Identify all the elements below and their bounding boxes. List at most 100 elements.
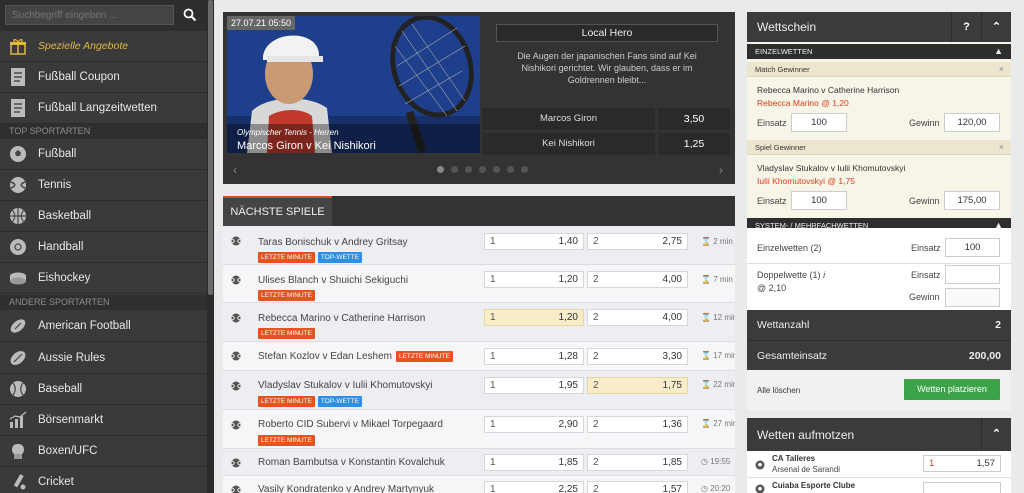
featured-odd-row[interactable]: Marcos Giron 3,50 <box>482 108 730 130</box>
sidebar-item-football[interactable]: Fußball <box>0 139 207 170</box>
odd-value[interactable]: 1,25 <box>658 133 730 155</box>
sidebar-item-label: Spezielle Angebote <box>38 40 129 52</box>
carousel-dot[interactable] <box>479 166 486 173</box>
sidebar-item-ice-hockey[interactable]: Eishockey <box>0 263 207 294</box>
search-icon[interactable] <box>183 8 197 22</box>
odd-away-button[interactable]: 2 1,85 <box>587 454 688 471</box>
match-name[interactable]: Vasily Kondratenko v Andrey Martynyuk <box>258 484 434 493</box>
odd-home-button[interactable]: 1 2,90 <box>484 416 584 433</box>
collapse-icon[interactable]: ⌃ <box>981 12 1011 42</box>
sidebar-item-handball[interactable]: Handball <box>0 232 207 263</box>
singles-stake-input[interactable]: 100 <box>945 238 1000 257</box>
carousel-dot[interactable] <box>507 166 514 173</box>
sidebar-item-basketball[interactable]: Basketball <box>0 201 207 232</box>
carousel-dot[interactable] <box>493 166 500 173</box>
chevron-up-icon[interactable]: ▲ <box>994 44 1003 59</box>
bet-match: Rebecca Marino v Catherine Harrison <box>757 85 900 95</box>
sidebar-item-boxing[interactable]: Boxen/UFC <box>0 436 207 467</box>
sidebar-item-special-offers[interactable]: Spezielle Angebote <box>0 31 207 62</box>
sidebar-item-baseball[interactable]: Baseball <box>0 374 207 405</box>
odd-value: 1,85 <box>662 457 682 468</box>
featured-text: Die Augen der japanischen Fans sind auf … <box>517 51 697 85</box>
odd-away-button[interactable]: 2 3,30 <box>587 348 688 365</box>
sidebar-item-football-longterm[interactable]: Fußball Langzeitwetten <box>0 93 207 124</box>
odd-away-button[interactable]: 2 1,36 <box>587 416 688 433</box>
odd-away-button[interactable]: 2 2,75 <box>587 233 688 250</box>
featured-heading: Local Hero <box>496 24 718 42</box>
sidebar-scroll-thumb[interactable] <box>208 0 213 295</box>
match-name[interactable]: Roman Bambutsa v Konstantin Kovalchuk <box>258 457 445 468</box>
place-bets-button[interactable]: Wetten platzieren <box>904 379 1000 400</box>
odd-home-button[interactable]: 1 1,40 <box>484 233 584 250</box>
match-name[interactable]: Taras Bonischuk v Andrey Gritsay <box>258 237 408 248</box>
win-label: Gewinn <box>909 118 940 128</box>
tennis-ball-icon <box>231 381 241 391</box>
hockey-puck-icon <box>9 269 27 287</box>
featured-odd-row[interactable]: Kei Nishikori 1,25 <box>482 133 730 155</box>
match-name[interactable]: Rebecca Marino v Catherine Harrison <box>258 313 425 324</box>
carousel-prev-icon[interactable]: ‹ <box>233 163 237 177</box>
odd-value: 1,28 <box>558 351 578 362</box>
bet-market-header: Match Gewinner × <box>747 62 1011 77</box>
search-input[interactable] <box>5 5 174 25</box>
sidebar-item-aussie-rules[interactable]: Aussie Rules <box>0 343 207 374</box>
odd-away-button[interactable]: 2 4,00 <box>587 309 688 326</box>
tab-next-games[interactable]: NÄCHSTE SPIELE <box>223 196 332 226</box>
hourglass-icon: ⌛ <box>701 275 711 284</box>
odd-away-button[interactable]: 2 1,57 <box>587 481 688 493</box>
singles-section-header[interactable]: EINZELWETTEN ▲ <box>747 44 1011 59</box>
help-button[interactable]: ? <box>951 12 981 42</box>
odd-value: 2,25 <box>558 484 578 493</box>
featured-image[interactable]: 27.07.21 05:50 Olympischer Tennis - Herr… <box>227 16 480 153</box>
aussie-rules-icon <box>9 349 27 367</box>
stake-input[interactable]: 100 <box>791 113 847 132</box>
remove-bet-icon[interactable]: × <box>999 140 1004 155</box>
collapse-icon[interactable]: ⌃ <box>981 418 1011 451</box>
odd-home-button-selected[interactable]: 1 1,20 <box>484 309 584 326</box>
sidebar-item-tennis[interactable]: Tennis <box>0 170 207 201</box>
sidebar-item-american-football[interactable]: American Football <box>0 311 207 342</box>
stake-input[interactable]: 100 <box>791 191 847 210</box>
match-name[interactable]: Ulises Blanch v Shuichi Sekiguchi <box>258 275 408 286</box>
match-name[interactable]: Stefan Kozlov v Edan Leshem LETZTE MINUTE <box>258 351 456 363</box>
last-minute-badge: LETZTE MINUTE <box>258 435 315 446</box>
odd-away-button-selected[interactable]: 2 1,75 <box>587 377 688 394</box>
handball-icon <box>9 238 27 256</box>
odd-home-button[interactable]: 1 1,20 <box>484 271 584 288</box>
time-value: 22 min <box>713 380 735 389</box>
carousel-dot[interactable] <box>521 166 528 173</box>
double-stake-input[interactable] <box>945 265 1000 284</box>
clear-all-link[interactable]: Alle löschen <box>757 386 800 395</box>
odd-home-button[interactable]: 1 2,25 <box>484 481 584 493</box>
boost-odd-button[interactable]: 1 1,57 <box>923 455 1001 472</box>
odd-home-button[interactable]: 1 1,28 <box>484 348 584 365</box>
sidebar-item-label: Cricket <box>38 476 74 488</box>
stake-label: Einsatz <box>911 270 941 280</box>
odd-key: 1 <box>929 458 935 469</box>
match-name[interactable]: Vladyslav Stukalov v Iulii Khomutovskyi <box>258 380 433 391</box>
top-bet-badge: TOP-WETTE <box>317 396 363 407</box>
odd-home-button[interactable]: 1 1,95 <box>484 377 584 394</box>
info-icon[interactable]: i <box>823 270 825 280</box>
carousel-next-icon[interactable]: › <box>719 163 723 177</box>
remove-bet-icon[interactable]: × <box>999 62 1004 77</box>
odd-value: 1,57 <box>662 484 682 493</box>
odd-away-button[interactable]: 2 4,00 <box>587 271 688 288</box>
match-label: Stefan Kozlov v Edan Leshem <box>258 351 392 362</box>
cricket-icon <box>9 473 27 491</box>
boost-odd-button[interactable] <box>923 482 1001 493</box>
coupon-icon <box>9 68 27 86</box>
sidebar-item-cricket[interactable]: Cricket <box>0 467 207 493</box>
match-name[interactable]: Roberto CID Subervi v Mikael Torpegaard <box>258 419 443 430</box>
sidebar-item-football-coupon[interactable]: Fußball Coupon <box>0 62 207 93</box>
double-odds: @ 2,10 <box>757 283 787 293</box>
event-date: 27.07.21 05:50 <box>227 16 296 30</box>
odd-value[interactable]: 3,50 <box>658 108 730 130</box>
table-row: Stefan Kozlov v Edan Leshem LETZTE MINUTE… <box>223 342 735 371</box>
odd-home-button[interactable]: 1 1,85 <box>484 454 584 471</box>
carousel-dot[interactable] <box>465 166 472 173</box>
carousel-dot-active[interactable] <box>437 166 444 173</box>
carousel-dot[interactable] <box>451 166 458 173</box>
odd-value: 1,57 <box>976 458 996 469</box>
sidebar-item-stock-market[interactable]: Börsenmarkt <box>0 405 207 436</box>
